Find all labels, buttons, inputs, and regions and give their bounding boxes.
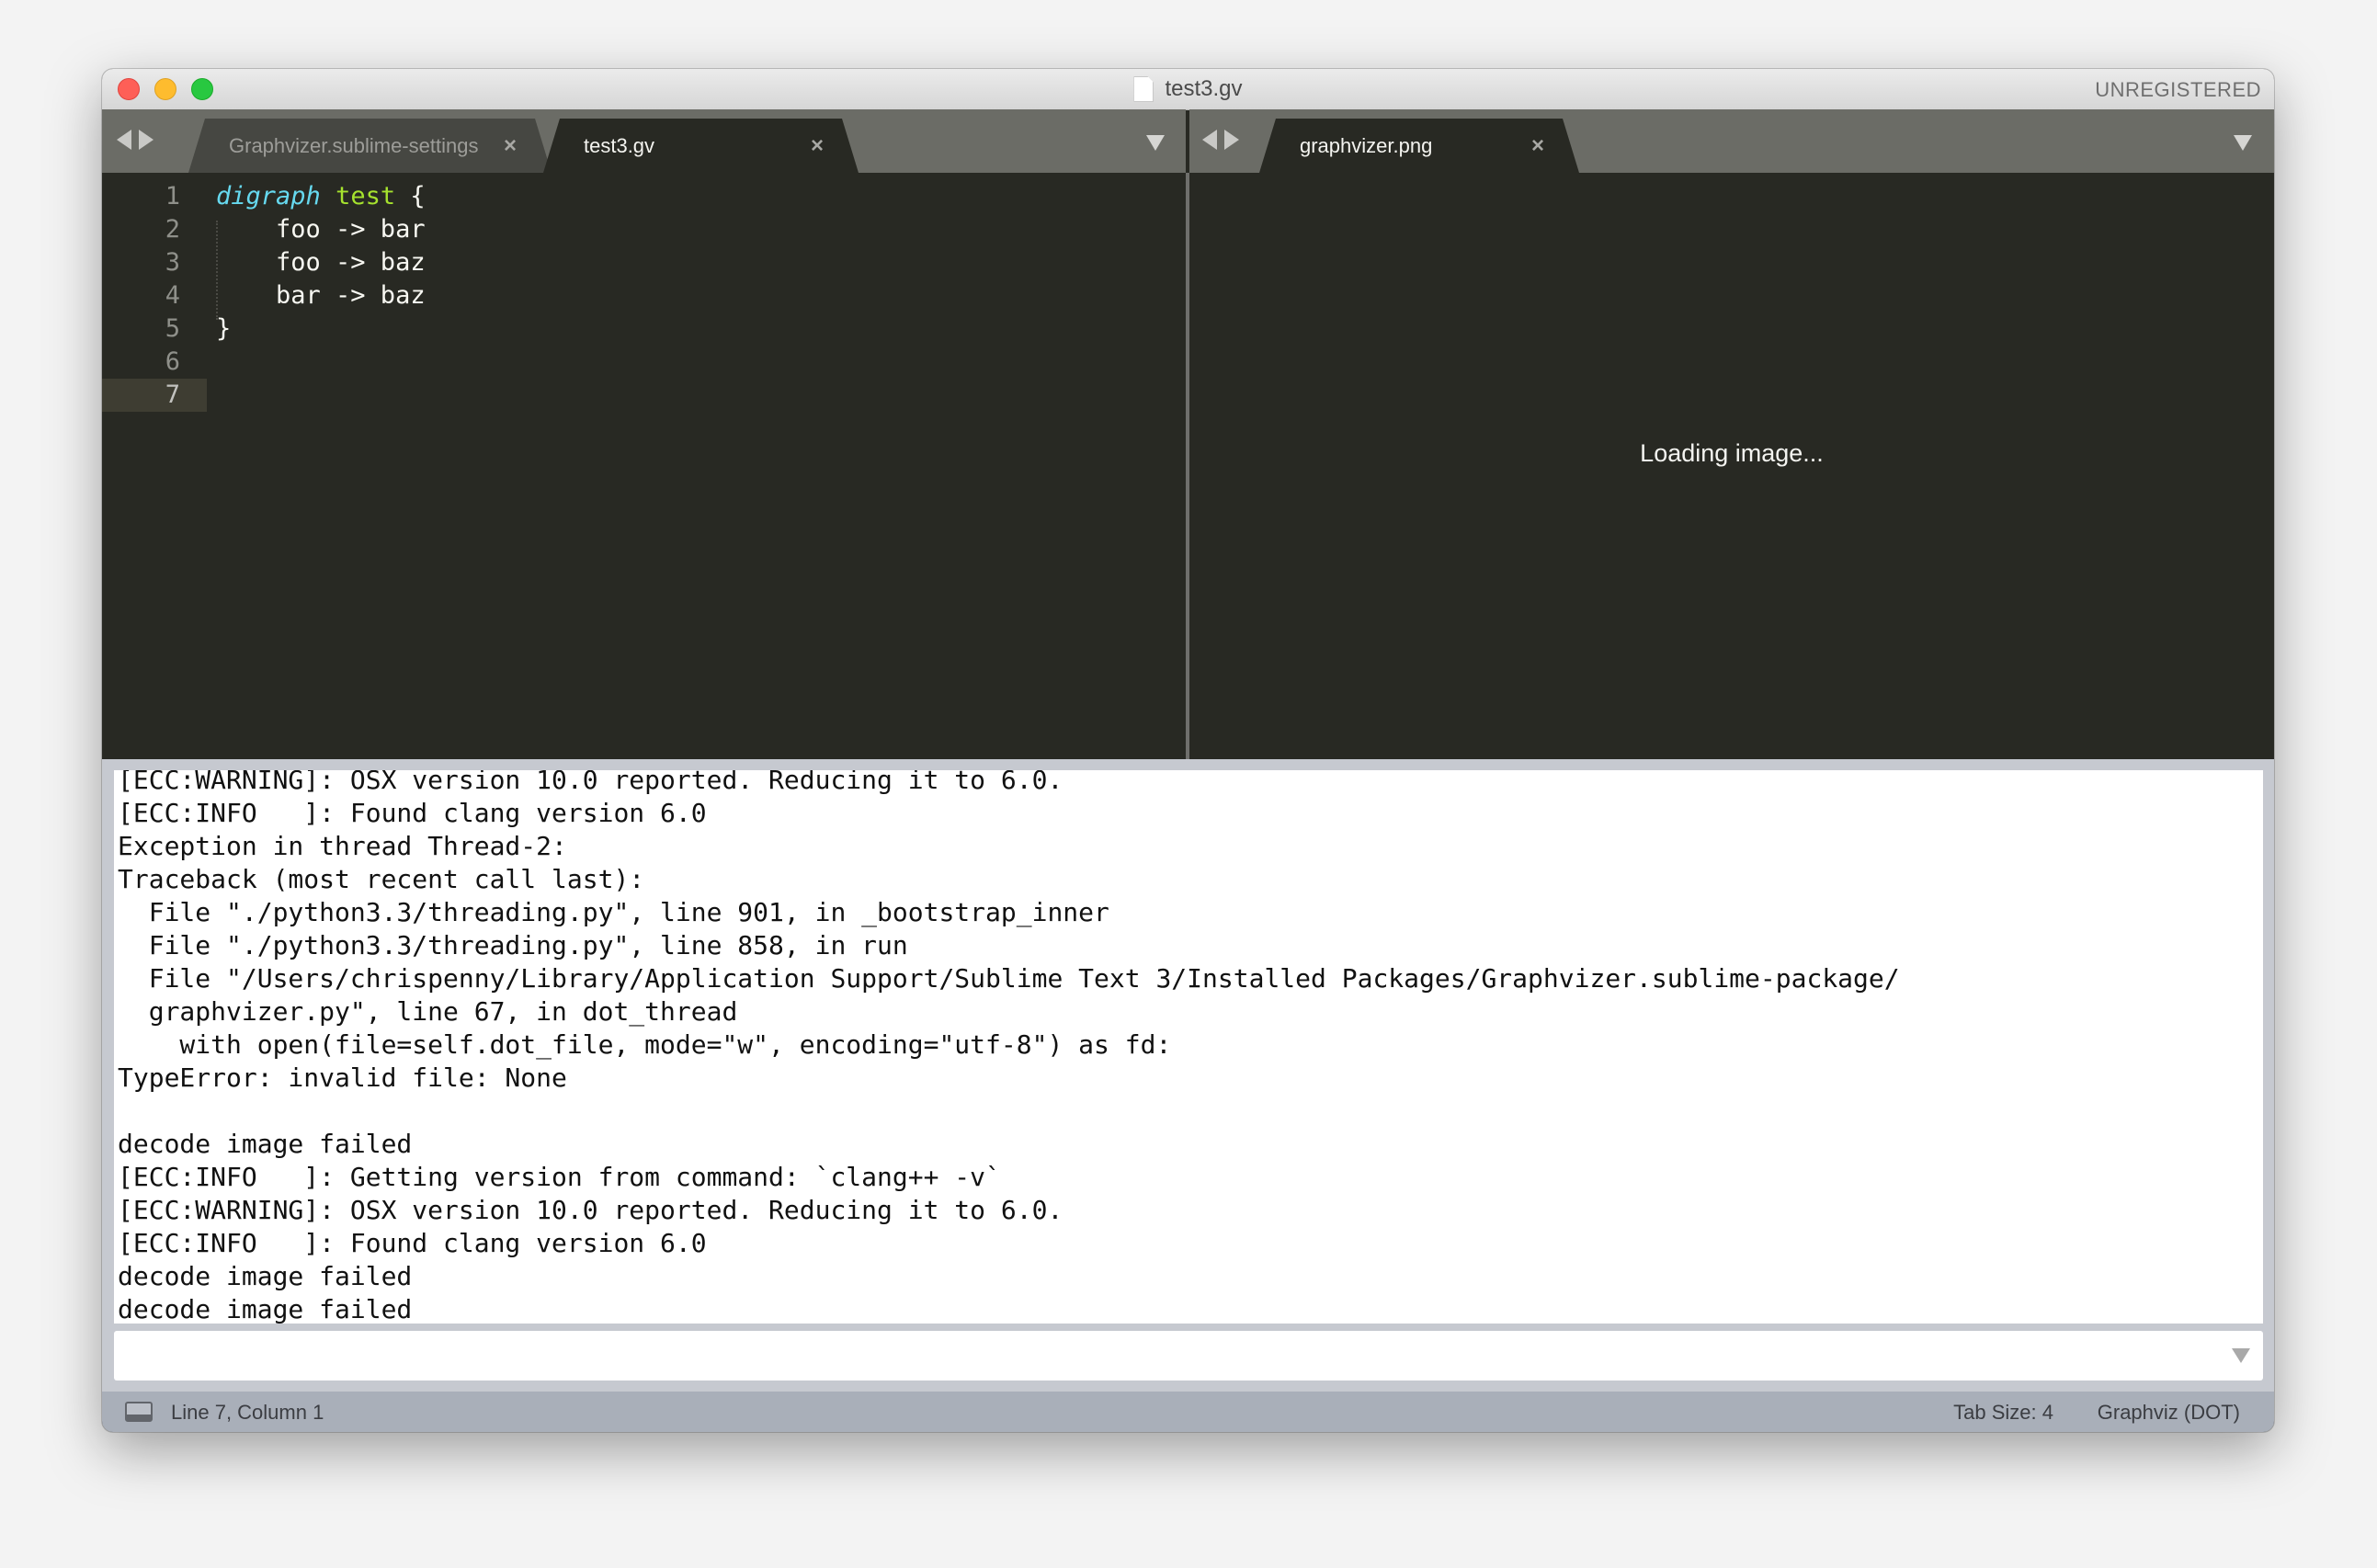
console-line: File "./python3.3/threading.py", line 85… [118, 930, 908, 960]
image-viewer-pane: Loading image... [1189, 173, 2274, 759]
line-number: 5 [165, 314, 180, 343]
cursor-position: Line 7, Column 1 [171, 1401, 324, 1424]
console-line: [ECC:WARNING]: OSX version 10.0 reported… [118, 770, 1063, 795]
code-line[interactable]: bar -> baz [216, 279, 426, 312]
tab-size-selector[interactable]: Tab Size: 4 [1953, 1401, 2053, 1425]
sublime-text-window: test3.gv UNREGISTERED Graphvizer.sublime… [102, 69, 2274, 1432]
window-title: test3.gv [102, 69, 2274, 109]
tab-label: test3.gv [584, 133, 655, 157]
line-number: 6 [165, 347, 180, 376]
line-number: 2 [165, 215, 180, 244]
console-lines: [ECC:WARNING]: OSX version 10.0 reported… [114, 770, 1900, 1324]
right-tab-bar: graphvizer.png × [1189, 109, 2274, 173]
previous-tab-icon[interactable] [117, 130, 131, 150]
brace-token: { [395, 182, 426, 210]
console-line: [ECC:WARNING]: OSX version 10.0 reported… [118, 1195, 1063, 1225]
console-input[interactable] [114, 1331, 2208, 1381]
console-panel: [ECC:WARNING]: OSX version 10.0 reported… [102, 759, 2274, 1392]
close-tab-icon[interactable]: × [811, 133, 824, 159]
close-tab-icon[interactable]: × [504, 133, 517, 159]
loading-image-message: Loading image... [1640, 439, 1824, 467]
code-editor[interactable]: 1 2 3 4 5 6 7 digraph test { foo -> bar … [102, 173, 1186, 759]
console-line: [ECC:INFO ]: Found clang version 6.0 [118, 798, 707, 828]
line-number-gutter: 1 2 3 4 5 6 7 [102, 173, 207, 759]
close-tab-icon[interactable]: × [1531, 133, 1544, 159]
code-line[interactable]: foo -> bar [216, 213, 426, 246]
status-bar: Line 7, Column 1 Tab Size: 4 Graphviz (D… [102, 1392, 2274, 1432]
syntax-selector[interactable]: Graphviz (DOT) [2098, 1401, 2240, 1425]
line-number: 1 [165, 182, 180, 210]
tab-list-dropdown-icon[interactable] [1146, 135, 1165, 151]
window-title-text: test3.gv [1165, 76, 1243, 101]
console-line: with open(file=self.dot_file, mode="w", … [118, 1029, 1172, 1060]
tab-graphvizer-settings[interactable]: Graphvizer.sublime-settings × [188, 119, 552, 173]
console-line: [ECC:INFO ]: Found clang version 6.0 [118, 1228, 707, 1258]
code-line[interactable]: foo -> baz [216, 246, 426, 279]
tab-list-dropdown-icon[interactable] [2234, 135, 2252, 151]
console-line: TypeError: invalid file: None [118, 1062, 567, 1093]
tab-nav-arrows [1202, 130, 1239, 150]
line-number: 3 [165, 248, 180, 277]
tab-label: Graphvizer.sublime-settings [229, 133, 479, 157]
console-input-box[interactable] [114, 1331, 2263, 1381]
left-tab-bar: Graphvizer.sublime-settings × test3.gv × [102, 109, 1186, 173]
console-line: decode image failed [118, 1261, 413, 1291]
console-line: decode image failed [118, 1129, 413, 1159]
console-line: Traceback (most recent call last): [118, 864, 645, 894]
next-tab-icon[interactable] [1224, 130, 1239, 150]
console-line: [ECC:INFO ]: Getting version from comman… [118, 1162, 1001, 1192]
line-number: 4 [165, 281, 180, 310]
console-line: File "./python3.3/threading.py", line 90… [118, 897, 1109, 927]
document-icon [1133, 76, 1154, 102]
title-bar: test3.gv UNREGISTERED [102, 69, 2274, 110]
console-line: graphvizer.py", line 67, in dot_thread [118, 996, 738, 1027]
code-line[interactable]: } [216, 312, 231, 346]
command-history-dropdown-icon[interactable] [2232, 1348, 2250, 1363]
tab-test3-gv[interactable]: test3.gv × [543, 119, 859, 173]
next-tab-icon[interactable] [139, 130, 154, 150]
unregistered-label: UNREGISTERED [2095, 78, 2261, 101]
current-line-number: 7 [102, 379, 207, 412]
console-line: decode image failed [118, 1294, 413, 1324]
console-output[interactable]: [ECC:WARNING]: OSX version 10.0 reported… [114, 770, 2263, 1324]
code-line[interactable]: digraph test { [216, 180, 426, 213]
console-line: Exception in thread Thread-2: [118, 831, 567, 861]
tab-nav-arrows [117, 130, 154, 150]
console-line: File "/Users/chrispenny/Library/Applicat… [118, 963, 1900, 994]
panel-toggle-icon[interactable] [125, 1402, 153, 1422]
keyword-token: digraph [216, 182, 321, 210]
tab-graphvizer-png[interactable]: graphvizer.png × [1259, 119, 1579, 173]
graph-name-token: test [336, 182, 396, 210]
tab-label: graphvizer.png [1300, 133, 1433, 157]
previous-tab-icon[interactable] [1202, 130, 1217, 150]
